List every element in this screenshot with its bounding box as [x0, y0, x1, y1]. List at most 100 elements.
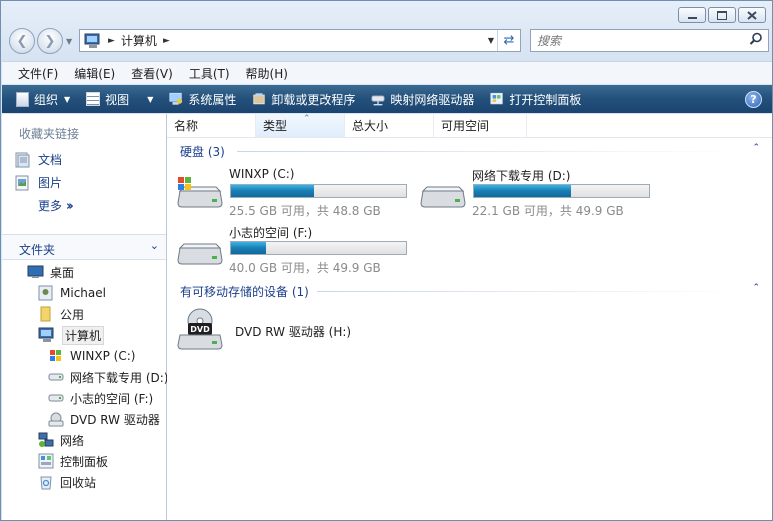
column-free-space[interactable]: 可用空间	[434, 114, 527, 137]
user-folder-icon	[38, 285, 53, 301]
open-control-panel-label: 打开控制面板	[509, 92, 582, 107]
control-panel-icon	[38, 453, 54, 469]
uninstall-icon	[253, 93, 266, 105]
minimize-button[interactable]	[678, 7, 706, 23]
collapse-chevron-icon[interactable]: ⌃	[752, 283, 760, 293]
tree-item-drive-c[interactable]: WINXP (C:)	[48, 346, 135, 366]
network-icon	[38, 432, 54, 447]
favorite-link-documents[interactable]: 文档	[14, 151, 62, 168]
tree-item-drive-f[interactable]: 小志的空间 (F:)	[48, 388, 153, 408]
menu-file[interactable]: 文件(F)	[2, 65, 66, 82]
minimize-icon	[687, 16, 697, 19]
open-control-panel-button[interactable]: 打开控制面板	[482, 85, 589, 113]
tree-item-public[interactable]: 公用	[38, 304, 84, 324]
map-network-drive-button[interactable]: 映射网络驱动器	[363, 85, 482, 113]
drive-usage-fill	[474, 185, 572, 197]
help-button[interactable]: ?	[745, 91, 762, 108]
views-icon	[86, 92, 101, 106]
hard-drive-icon	[420, 186, 466, 208]
drive-free-space: 22.1 GB 可用，共 49.9 GB	[472, 204, 624, 218]
collapse-chevron-icon[interactable]: ⌃	[752, 143, 760, 153]
drive-item-d[interactable]: 网络下载专用 (D:) 22.1 GB 可用，共 49.9 GB	[417, 167, 657, 218]
system-properties-icon	[169, 92, 183, 105]
documents-icon	[15, 152, 30, 167]
breadcrumb-computer[interactable]: 计算机	[121, 32, 157, 49]
drive-name: DVD RW 驱动器 (H:)	[235, 325, 352, 339]
refresh-button[interactable]: ⇄	[497, 30, 520, 51]
back-button[interactable]: ❮	[9, 28, 35, 54]
tree-item-computer[interactable]: 计算机	[38, 325, 105, 345]
pictures-icon	[15, 175, 29, 190]
map-network-drive-label: 映射网络驱动器	[390, 92, 475, 107]
menu-view[interactable]: 查看(V)	[123, 65, 181, 82]
drive-usage-bar	[230, 184, 407, 198]
history-dropdown-icon[interactable]: ▼	[66, 37, 72, 46]
search-input[interactable]	[535, 30, 739, 51]
menu-bar: 文件(F) 编辑(E) 查看(V) 工具(T) 帮助(H)	[2, 61, 772, 84]
forward-arrow-icon: ❯	[44, 33, 56, 49]
views-button[interactable]: 视图 ▼	[78, 85, 161, 113]
favorite-link-pictures[interactable]: 图片	[14, 174, 62, 191]
menu-edit[interactable]: 编辑(E)	[66, 65, 123, 82]
tree-item-desktop[interactable]: 桌面	[27, 262, 74, 282]
network-drive-icon	[371, 95, 385, 106]
group-header-hard-disks[interactable]: 硬盘 (3)	[180, 143, 225, 160]
favorite-links-title: 收藏夹链接	[19, 127, 80, 141]
drive-usage-fill	[231, 185, 315, 197]
favorite-link-label: 图片	[38, 176, 63, 190]
maximize-button[interactable]	[708, 7, 736, 23]
column-type[interactable]: 类型	[256, 114, 345, 137]
tree-item-dvd[interactable]: DVD RW 驱动器	[48, 409, 160, 429]
control-panel-icon	[490, 92, 504, 105]
tree-item-network[interactable]: 网络	[38, 430, 84, 450]
organize-button[interactable]: 组织 ▼	[2, 85, 78, 113]
drive-free-space: 25.5 GB 可用，共 48.8 GB	[229, 204, 381, 218]
tree-item-drive-d[interactable]: 网络下载专用 (D:)	[48, 367, 168, 387]
group-header-removable-storage[interactable]: 有可移动存储的设备 (1)	[180, 283, 309, 300]
close-icon	[747, 10, 757, 20]
more-label: 更多	[38, 199, 63, 213]
close-button[interactable]	[738, 7, 766, 23]
windows-drive-icon	[50, 350, 61, 361]
navigation-pane: 收藏夹链接 文档 图片 更多 ›› 文件夹 ⌄ 桌面 Michael 公用 计算…	[2, 114, 168, 520]
uninstall-button[interactable]: 卸载或更改程序	[244, 85, 363, 113]
forward-button[interactable]: ❯	[37, 28, 63, 54]
search-icon[interactable]	[749, 32, 763, 46]
computer-icon	[38, 327, 54, 342]
svg-text:DVD: DVD	[190, 325, 210, 334]
help-icon: ?	[750, 93, 757, 106]
hard-drive-icon	[48, 373, 64, 381]
chevron-down-icon: ⌄	[149, 239, 159, 252]
uninstall-label: 卸载或更改程序	[271, 92, 356, 107]
system-properties-label: 系统属性	[188, 92, 237, 107]
group-divider	[237, 151, 742, 152]
restore-icon	[717, 10, 727, 20]
tree-item-michael[interactable]: Michael	[38, 283, 106, 303]
organize-label: 组织	[34, 92, 59, 107]
tree-item-recycle-bin[interactable]: 回收站	[38, 472, 96, 492]
breadcrumb-separator-icon[interactable]: ►	[163, 36, 170, 46]
windows-drive-icon	[177, 177, 223, 208]
drive-name: 小志的空间 (F:)	[229, 226, 313, 240]
menu-tools[interactable]: 工具(T)	[181, 65, 238, 82]
content-pane: 名称 类型 ⌃ 总大小 可用空间 硬盘 (3) ⌃ WINXP (C:) 25.…	[167, 114, 772, 520]
column-total-size[interactable]: 总大小	[345, 114, 434, 137]
more-links[interactable]: 更多 ››	[38, 197, 74, 214]
address-bar[interactable]: ► 计算机 ► ▼ ⇄	[79, 29, 521, 52]
search-box[interactable]	[530, 29, 769, 52]
drive-free-space: 40.0 GB 可用，共 49.9 GB	[229, 261, 381, 275]
tree-item-control-panel[interactable]: 控制面板	[38, 451, 108, 471]
views-label: 视图	[105, 92, 130, 107]
drive-usage-fill	[231, 242, 266, 254]
refresh-icon: ⇄	[503, 33, 515, 48]
drive-item-dvd[interactable]: DVD DVD RW 驱动器 (H:)	[174, 307, 414, 352]
column-name[interactable]: 名称	[167, 114, 256, 137]
menu-help[interactable]: 帮助(H)	[238, 65, 296, 82]
drive-item-c[interactable]: WINXP (C:) 25.5 GB 可用，共 48.8 GB	[174, 167, 414, 218]
address-dropdown-icon[interactable]: ▼	[488, 36, 494, 45]
drive-name: 网络下载专用 (D:)	[472, 169, 571, 183]
drive-item-f[interactable]: 小志的空间 (F:) 40.0 GB 可用，共 49.9 GB	[174, 224, 414, 275]
breadcrumb-separator-icon[interactable]: ►	[108, 36, 115, 46]
system-properties-button[interactable]: 系统属性	[161, 85, 244, 113]
folders-header[interactable]: 文件夹 ⌄	[2, 234, 166, 260]
